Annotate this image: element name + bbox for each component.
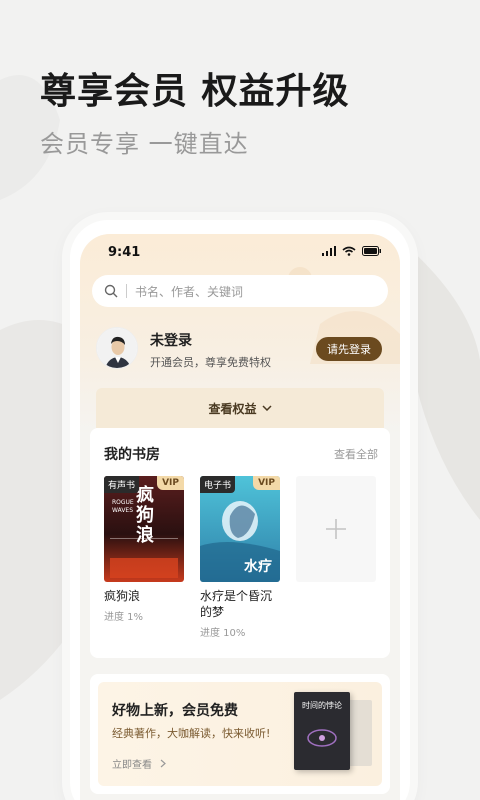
library-title: 我的书房 [104, 447, 160, 463]
plus-icon [326, 519, 346, 539]
vip-badge: VIP [253, 476, 280, 490]
wifi-icon [342, 246, 356, 256]
search-icon [104, 284, 118, 298]
book-type-badge: 有声书 [104, 476, 140, 493]
svg-text:WAVES: WAVES [112, 507, 133, 514]
promo-card[interactable]: 好物上新，会员免费 经典著作，大咖解读，快来收听! 立即查看 时间的悖论 [90, 674, 390, 794]
status-time: 9:41 [108, 245, 141, 260]
phone-mockup: 9:41 书名、作者、关键词 未登录 开通会员，尊享免费特权 请先登录 查看权益… [70, 220, 410, 800]
book-title[interactable]: 疯狗浪 [104, 588, 190, 604]
user-description: 开通会员，尊享免费特权 [150, 356, 271, 369]
chevron-right-icon [160, 759, 167, 768]
promo-book-cover-art [307, 729, 337, 747]
book-type-badge: 电子书 [200, 476, 236, 493]
book-cover-title: 水疗 [244, 559, 272, 575]
my-library-card: 我的书房 查看全部 ROGUE WAVES 疯狗浪 有声书 VIP 疯狗浪 进度… [90, 428, 390, 658]
add-book-button[interactable] [296, 476, 376, 582]
book-progress: 进度 1% [104, 612, 144, 623]
view-all-link[interactable]: 查看全部 [334, 446, 378, 462]
phone-screen: 9:41 书名、作者、关键词 未登录 开通会员，尊享免费特权 请先登录 查看权益… [80, 234, 400, 800]
user-name: 未登录 [150, 333, 192, 349]
book-cover[interactable]: ROGUE WAVES 疯狗浪 有声书 VIP [104, 476, 184, 582]
avatar[interactable] [96, 327, 138, 369]
hero-title: 尊享会员 权益升级 [40, 71, 350, 112]
search-input[interactable]: 书名、作者、关键词 [92, 275, 388, 307]
search-placeholder: 书名、作者、关键词 [135, 284, 244, 299]
hero-subtitle: 会员专享 一键直达 [40, 130, 249, 158]
chevron-down-icon [261, 405, 272, 411]
login-button[interactable]: 请先登录 [316, 337, 382, 361]
book-title[interactable]: 水疗是个昏沉的梦 [200, 588, 280, 620]
view-benefits-button[interactable]: 查看权益 [96, 388, 384, 428]
battery-icon [362, 246, 381, 256]
status-bar: 9:41 [80, 234, 400, 272]
book-progress: 进度 10% [200, 628, 246, 639]
promo-book-cover: 时间的悖论 [294, 692, 350, 770]
promo-view-label: 立即查看 [112, 760, 152, 771]
search-divider [126, 284, 127, 298]
promo-view-link[interactable]: 立即查看 [112, 756, 167, 771]
book-cover[interactable]: 水疗 电子书 VIP [200, 476, 280, 582]
promo-description: 经典著作，大咖解读，快来收听! [112, 727, 271, 740]
promo-banner: 好物上新，会员免费 经典著作，大咖解读，快来收听! 立即查看 时间的悖论 [98, 682, 382, 786]
user-avatar-icon [97, 328, 137, 368]
vip-badge: VIP [157, 476, 184, 490]
signal-icon [322, 246, 336, 256]
svg-text:ROGUE: ROGUE [112, 499, 134, 506]
book-cover-title: 疯狗浪 [136, 485, 154, 546]
promo-title: 好物上新，会员免费 [112, 703, 238, 719]
view-benefits-label: 查看权益 [208, 401, 257, 416]
